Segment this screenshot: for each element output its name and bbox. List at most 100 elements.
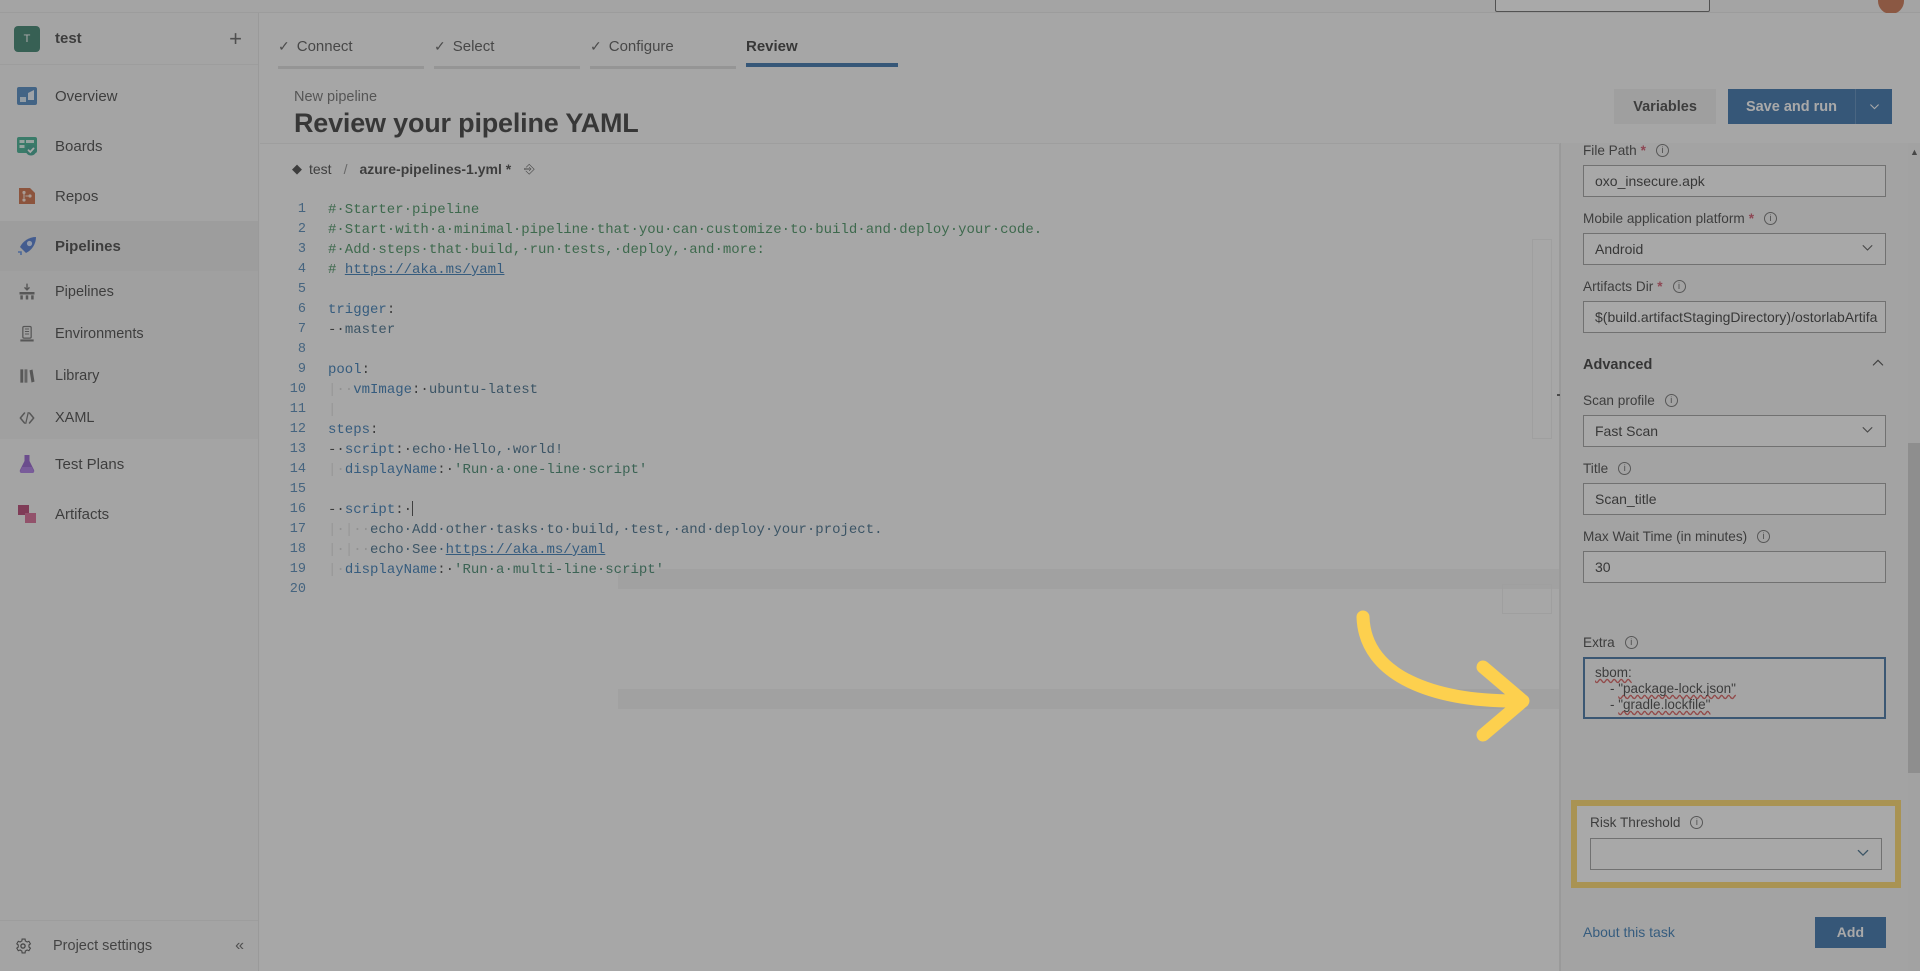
- sidebar-item-overview[interactable]: Overview: [0, 71, 258, 121]
- sidebar-item-test-plans[interactable]: Test Plans: [0, 439, 258, 489]
- label-text: Title: [1583, 461, 1609, 476]
- chevron-down-icon: [1860, 240, 1875, 258]
- line-text: #·Start·with·a·minimal·pipeline·that·you…: [328, 222, 1043, 238]
- xaml-icon: [14, 405, 40, 431]
- yaml-doc-link[interactable]: https://aka.ms/yaml: [345, 262, 505, 278]
- label-text: Scan profile: [1583, 393, 1655, 408]
- sidebar-item-xaml[interactable]: XAML: [0, 397, 258, 439]
- scroll-up-icon[interactable]: ▲: [1910, 147, 1919, 157]
- line-number: 17: [289, 522, 306, 537]
- collapse-icon[interactable]: «: [235, 937, 244, 955]
- line-text: #·Add·steps·that·build,·run·tests,·deplo…: [328, 242, 765, 258]
- project-settings-label: Project settings: [53, 938, 153, 954]
- info-icon[interactable]: i: [1672, 280, 1686, 293]
- sidebar-item-pipelines-sub[interactable]: Pipelines: [0, 271, 258, 313]
- code-line: 9 pool:: [260, 360, 1560, 380]
- add-icon[interactable]: +: [227, 27, 244, 50]
- line-text: [328, 480, 1560, 500]
- scan-profile-value: Fast Scan: [1595, 423, 1659, 439]
- line-text: |·displayName:·'Run·a·multi-line·script': [328, 562, 665, 578]
- user-avatar[interactable]: [1878, 0, 1904, 14]
- sidebar-item-library[interactable]: Library: [0, 355, 258, 397]
- risk-threshold-highlight: Risk Threshold i: [1571, 800, 1901, 888]
- scrollbar-thumb[interactable]: [1908, 443, 1920, 773]
- breadcrumb-repo[interactable]: test: [309, 161, 332, 177]
- artifacts-icon: [14, 501, 40, 527]
- line-number: 14: [289, 462, 306, 477]
- code-line: 12 steps:: [260, 420, 1560, 440]
- sidebar-item-pipelines[interactable]: Pipelines: [0, 221, 258, 271]
- artifacts-dir-input[interactable]: $(build.artifactStagingDirectory)/ostorl…: [1583, 301, 1886, 333]
- code-area[interactable]: 1 #·Starter·pipeline 2 #·Start·with·a·mini…: [260, 194, 1560, 600]
- line-text: trigger:: [328, 302, 396, 318]
- field-label: Scan profile i: [1583, 393, 1886, 408]
- line-number: 20: [289, 582, 306, 597]
- sidebar-item-repos[interactable]: Repos: [0, 171, 258, 221]
- line-text: -·master: [328, 322, 396, 338]
- sidebar-item-environments[interactable]: Environments: [0, 313, 258, 355]
- project-settings-link[interactable]: Project settings «: [0, 920, 258, 971]
- copy-icon[interactable]: ⎆: [524, 161, 534, 177]
- info-icon[interactable]: i: [1624, 636, 1638, 649]
- chevron-down-icon: [1860, 422, 1875, 440]
- wizard-tabs: ✓ Connect ✓ Select ✓ Configure Review: [260, 13, 1920, 75]
- scan-profile-select[interactable]: Fast Scan: [1583, 415, 1886, 447]
- save-and-run-label: Save and run: [1745, 98, 1837, 115]
- code-line: 3 #·Add·steps·that·build,·run·tests,·depl…: [260, 240, 1560, 260]
- variables-button[interactable]: Variables: [1614, 89, 1716, 124]
- chevron-down-icon[interactable]: [1856, 100, 1892, 113]
- platform-select[interactable]: Android: [1583, 233, 1886, 265]
- advanced-section-header[interactable]: Advanced: [1583, 355, 1886, 379]
- line-text: |··vmImage:·ubuntu-latest: [328, 382, 539, 398]
- field-label: Max Wait Time (in minutes) i: [1583, 529, 1886, 544]
- file-path-input[interactable]: oxo_insecure.apk: [1583, 165, 1886, 197]
- line-number: 3: [297, 242, 306, 257]
- global-search-input[interactable]: [1495, 0, 1710, 12]
- boards-icon: [14, 133, 40, 159]
- project-header[interactable]: T test +: [0, 13, 258, 65]
- panel-scrollbar[interactable]: ▲: [1908, 143, 1920, 971]
- field-max-wait-time: Max Wait Time (in minutes) i 30: [1583, 529, 1886, 583]
- line-number: 13: [289, 442, 306, 457]
- tab-label: Connect: [296, 38, 353, 55]
- info-icon[interactable]: i: [1690, 816, 1704, 829]
- sidebar-item-boards[interactable]: Boards: [0, 121, 258, 171]
- line-text: -·script:·: [328, 501, 414, 518]
- required-marker: *: [1640, 143, 1646, 158]
- tab-connect[interactable]: ✓ Connect: [278, 35, 430, 69]
- tab-review[interactable]: Review: [746, 35, 898, 67]
- title-input[interactable]: Scan_title: [1583, 483, 1886, 515]
- sidebar-item-label: Pipelines: [55, 237, 121, 255]
- yaml-doc-link[interactable]: https://aka.ms/yaml: [446, 542, 606, 558]
- tab-select[interactable]: ✓ Select: [434, 35, 586, 69]
- chevron-up-icon: [1870, 355, 1886, 375]
- info-icon[interactable]: i: [1664, 394, 1678, 407]
- info-icon[interactable]: i: [1655, 144, 1669, 157]
- tab-underline-active: [746, 63, 898, 67]
- max-wait-time-input[interactable]: 30: [1583, 551, 1886, 583]
- info-icon[interactable]: i: [1618, 462, 1632, 475]
- required-marker: *: [1748, 211, 1754, 226]
- sidebar-item-artifacts[interactable]: Artifacts: [0, 489, 258, 539]
- tab-configure[interactable]: ✓ Configure: [590, 35, 742, 69]
- extra-textarea[interactable]: sbom: - "package-lock.json" - "gradle.lo…: [1583, 657, 1886, 719]
- sidebar-item-label: Artifacts: [55, 505, 110, 523]
- add-task-button[interactable]: Add: [1814, 916, 1886, 948]
- info-icon[interactable]: i: [1757, 530, 1771, 543]
- save-and-run-button[interactable]: Save and run: [1727, 89, 1892, 124]
- risk-threshold-select[interactable]: [1590, 838, 1882, 870]
- page-header: New pipeline Review your pipeline YAML V…: [260, 75, 1920, 143]
- label-text: Artifacts Dir: [1583, 279, 1654, 294]
- field-file-path: File Path * i oxo_insecure.apk: [1583, 143, 1886, 197]
- code-line: 5: [260, 280, 1560, 300]
- line-text: |·displayName:·'Run·a·one-line·script': [328, 462, 648, 478]
- line-number: 5: [297, 282, 306, 297]
- library-icon: [14, 363, 40, 389]
- info-icon[interactable]: i: [1764, 212, 1777, 225]
- breadcrumb-file: azure-pipelines-1.yml *: [359, 161, 512, 177]
- code-line: 2 #·Start·with·a·minimal·pipeline·that·yo…: [260, 220, 1560, 240]
- repo-icon: ◆: [292, 161, 302, 176]
- line-number: 10: [289, 382, 306, 397]
- line-number: 19: [289, 562, 306, 577]
- about-this-task-link[interactable]: About this task: [1583, 924, 1675, 940]
